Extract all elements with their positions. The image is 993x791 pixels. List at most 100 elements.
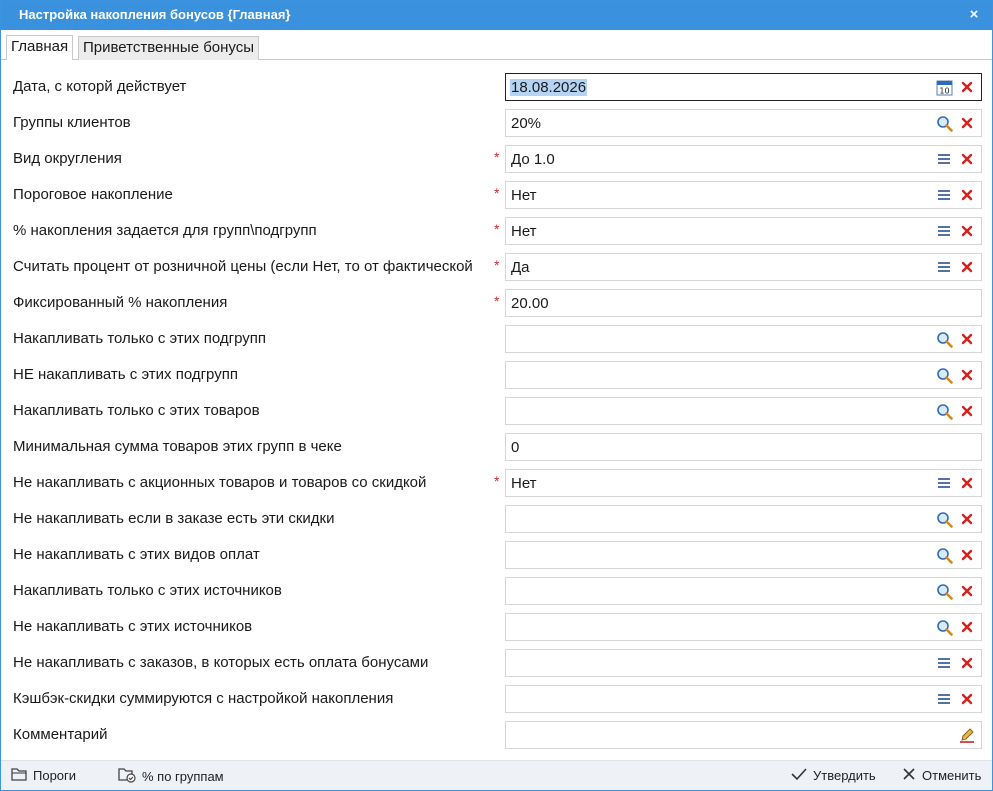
form-row: Не накапливать с этих видов оплат (1, 537, 992, 573)
list-icon[interactable] (935, 150, 953, 168)
search-icon[interactable] (935, 546, 953, 564)
clear-icon[interactable] (958, 150, 976, 168)
close-icon[interactable]: × (964, 5, 984, 25)
folder-check-icon (118, 767, 136, 786)
list-icon[interactable] (935, 222, 953, 240)
by-groups-button[interactable]: % по группам (118, 767, 224, 786)
folder-icon (11, 767, 27, 784)
field-label: Не накапливать с этих видов оплат (13, 546, 260, 563)
search-icon[interactable] (935, 402, 953, 420)
form-row: Минимальная сумма товаров этих групп в ч… (1, 429, 992, 465)
field-label: Накапливать только с этих источников (13, 582, 282, 599)
field-input[interactable]: Нет (505, 469, 982, 497)
form-row: Дата, с которй действует 18.08.2026 10 (1, 69, 992, 105)
form-row: Не накапливать с этих источников (1, 609, 992, 645)
form-row: % накопления задается для групп\подгрупп… (1, 213, 992, 249)
edit-icon[interactable] (958, 726, 976, 744)
list-icon[interactable] (935, 258, 953, 276)
approve-label: Утвердить (813, 768, 876, 783)
dialog-window: Настройка накопления бонусов {Главная} ×… (0, 0, 993, 791)
field-input[interactable]: 18.08.2026 10 (505, 73, 982, 101)
field-input[interactable] (505, 613, 982, 641)
search-icon[interactable] (935, 510, 953, 528)
field-input[interactable] (505, 505, 982, 533)
field-value: 0 (511, 439, 520, 456)
field-input[interactable] (505, 577, 982, 605)
field-input[interactable] (505, 325, 982, 353)
clear-icon[interactable] (958, 366, 976, 384)
field-label: Комментарий (13, 726, 108, 743)
clear-icon[interactable] (958, 330, 976, 348)
form-row: Накапливать только с этих товаров (1, 393, 992, 429)
field-input[interactable]: Нет (505, 217, 982, 245)
field-value: 20% (511, 115, 542, 132)
field-input[interactable] (505, 361, 982, 389)
clear-icon[interactable] (958, 402, 976, 420)
cancel-x-icon (902, 767, 916, 784)
required-marker: * (494, 473, 500, 489)
thresholds-label: Пороги (33, 768, 77, 783)
search-icon[interactable] (935, 330, 953, 348)
list-icon[interactable] (935, 474, 953, 492)
clear-icon[interactable] (958, 690, 976, 708)
field-value: До 1.0 (511, 151, 555, 168)
form-row: Вид округления * До 1.0 (1, 141, 992, 177)
field-input[interactable]: 20% (505, 109, 982, 137)
form-row: Считать процент от розничной цены (если … (1, 249, 992, 285)
field-input[interactable] (505, 685, 982, 713)
tab-welcome-bonuses[interactable]: Приветственные бонусы (78, 36, 260, 60)
thresholds-button[interactable]: Пороги (11, 767, 76, 784)
required-marker: * (494, 149, 500, 165)
clear-icon[interactable] (958, 474, 976, 492)
list-icon[interactable] (935, 690, 953, 708)
field-input[interactable]: Нет (505, 181, 982, 209)
clear-icon[interactable] (958, 510, 976, 528)
list-icon[interactable] (935, 186, 953, 204)
title-bar: Настройка накопления бонусов {Главная} × (1, 1, 992, 30)
field-input[interactable] (505, 397, 982, 425)
field-label: Пороговое накопление (13, 186, 173, 203)
form-row: Фиксированный % накопления * 20.00 (1, 285, 992, 321)
field-label: Фиксированный % накопления (13, 294, 228, 311)
tab-bar: Главная Приветственные бонусы (1, 30, 992, 60)
field-label: Не накапливать с акционных товаров и тов… (13, 474, 427, 491)
field-input[interactable] (505, 649, 982, 677)
clear-icon[interactable] (958, 78, 976, 96)
clear-icon[interactable] (958, 546, 976, 564)
field-input[interactable] (505, 541, 982, 569)
field-label: Считать процент от розничной цены (если … (13, 258, 473, 275)
field-label: Не накапливать с этих источников (13, 618, 253, 635)
clear-icon[interactable] (958, 222, 976, 240)
form-row: Пороговое накопление * Нет (1, 177, 992, 213)
list-icon[interactable] (935, 654, 953, 672)
form-row: Накапливать только с этих подгрупп (1, 321, 992, 357)
field-label: Накапливать только с этих подгрупп (13, 330, 267, 347)
field-input[interactable]: 20.00 (505, 289, 982, 317)
field-input[interactable]: 0 (505, 433, 982, 461)
tab-main[interactable]: Главная (6, 35, 74, 60)
clear-icon[interactable] (958, 186, 976, 204)
clear-icon[interactable] (958, 258, 976, 276)
clear-icon[interactable] (958, 618, 976, 636)
search-icon[interactable] (935, 114, 953, 132)
field-label: НЕ накапливать с этих подгрупп (13, 366, 238, 383)
check-icon (791, 767, 807, 784)
form-row: Комментарий (1, 717, 992, 753)
field-label: Минимальная сумма товаров этих групп в ч… (13, 438, 342, 455)
clear-icon[interactable] (958, 654, 976, 672)
clear-icon[interactable] (958, 582, 976, 600)
search-icon[interactable] (935, 582, 953, 600)
field-input[interactable]: Да (505, 253, 982, 281)
search-icon[interactable] (935, 618, 953, 636)
field-label: Накапливать только с этих товаров (13, 402, 260, 419)
field-input[interactable] (505, 721, 982, 749)
cancel-button[interactable]: Отменить (902, 767, 981, 784)
svg-text:10: 10 (939, 86, 949, 95)
field-input[interactable]: До 1.0 (505, 145, 982, 173)
approve-button[interactable]: Утвердить (791, 767, 876, 784)
clear-icon[interactable] (958, 114, 976, 132)
form-row: НЕ накапливать с этих подгрупп (1, 357, 992, 393)
search-icon[interactable] (935, 366, 953, 384)
calendar-icon[interactable]: 10 (935, 78, 953, 96)
form-row: Накапливать только с этих источников (1, 573, 992, 609)
